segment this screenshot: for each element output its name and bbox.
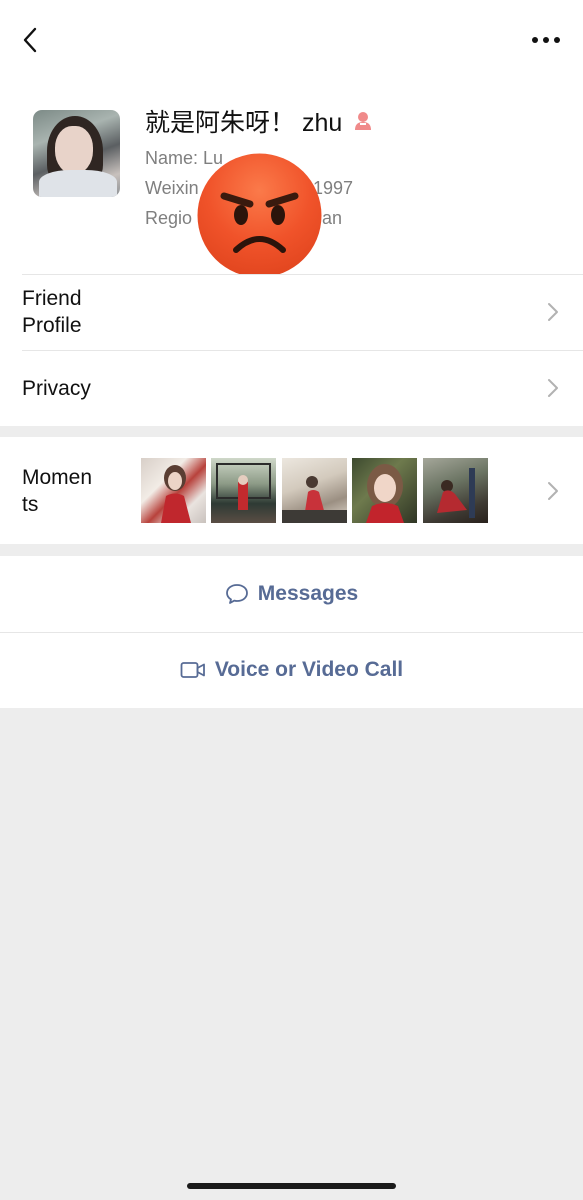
home-indicator[interactable] (187, 1183, 396, 1189)
friend-profile-row[interactable]: Friend Profile (0, 274, 583, 350)
more-horizontal-icon (532, 37, 560, 43)
messages-row: Messages (0, 556, 583, 632)
moments-label-line2: ts (22, 493, 39, 516)
avatar-shirt (39, 170, 117, 197)
chevron-right-icon (548, 303, 558, 321)
chat-bubble-icon (225, 584, 248, 604)
friend-profile-label-line2: Profile (22, 314, 82, 337)
region-value: an (322, 208, 343, 228)
privacy-label: Privacy (22, 377, 91, 400)
nickname-row: 就是阿朱呀！ zhu (145, 103, 374, 139)
friend-profile-label: Friend Profile (22, 285, 82, 339)
avatar[interactable] (33, 110, 120, 197)
profile-header: 就是阿朱呀！ zhu Name: Lu Weixin 1997 Regio an (0, 0, 583, 278)
weixin-id-line: Weixin (145, 178, 199, 199)
region-label: Regio (145, 208, 193, 228)
angry-face-emoji (197, 153, 322, 278)
photo-thumbnail-art (366, 464, 404, 523)
photo-thumbnail-art (216, 463, 271, 510)
call-row: Voice or Video Call (0, 632, 583, 708)
nickname: 就是阿朱呀！ zhu (145, 109, 343, 137)
moments-thumbnail[interactable] (423, 458, 488, 523)
video-camera-icon (180, 662, 205, 678)
region-tail: an (322, 208, 342, 229)
chevron-left-icon (23, 27, 37, 53)
avatar-face (55, 126, 93, 174)
photo-thumbnail-art (282, 476, 347, 523)
moments-thumbnail[interactable] (352, 458, 417, 523)
friend-profile-label-line1: Friend (22, 287, 82, 310)
privacy-row[interactable]: Privacy (0, 350, 583, 426)
divider (22, 274, 583, 275)
moments-thumbnail[interactable] (211, 458, 276, 523)
female-gender-icon (355, 112, 372, 130)
messages-label: Messages (257, 582, 359, 605)
more-button[interactable] (524, 24, 568, 56)
messages-button[interactable]: Messages (0, 574, 583, 614)
chevron-right-icon (548, 482, 558, 500)
region-line: Regio (145, 208, 192, 229)
voice-video-call-label: Voice or Video Call (214, 658, 404, 681)
voice-video-call-button[interactable]: Voice or Video Call (0, 650, 583, 690)
photo-thumbnail-art (437, 468, 475, 518)
divider (0, 632, 583, 633)
moments-thumbnail[interactable] (141, 458, 206, 523)
moments-label-line1: Momen (22, 466, 93, 489)
chevron-right-icon (548, 379, 558, 397)
divider (22, 350, 583, 351)
back-button[interactable] (14, 24, 46, 56)
moments-label: Momen ts (22, 464, 92, 518)
photo-thumbnail-art (161, 465, 191, 523)
moments-thumbnail[interactable] (282, 458, 347, 523)
weixin-label: Weixin (145, 178, 199, 198)
